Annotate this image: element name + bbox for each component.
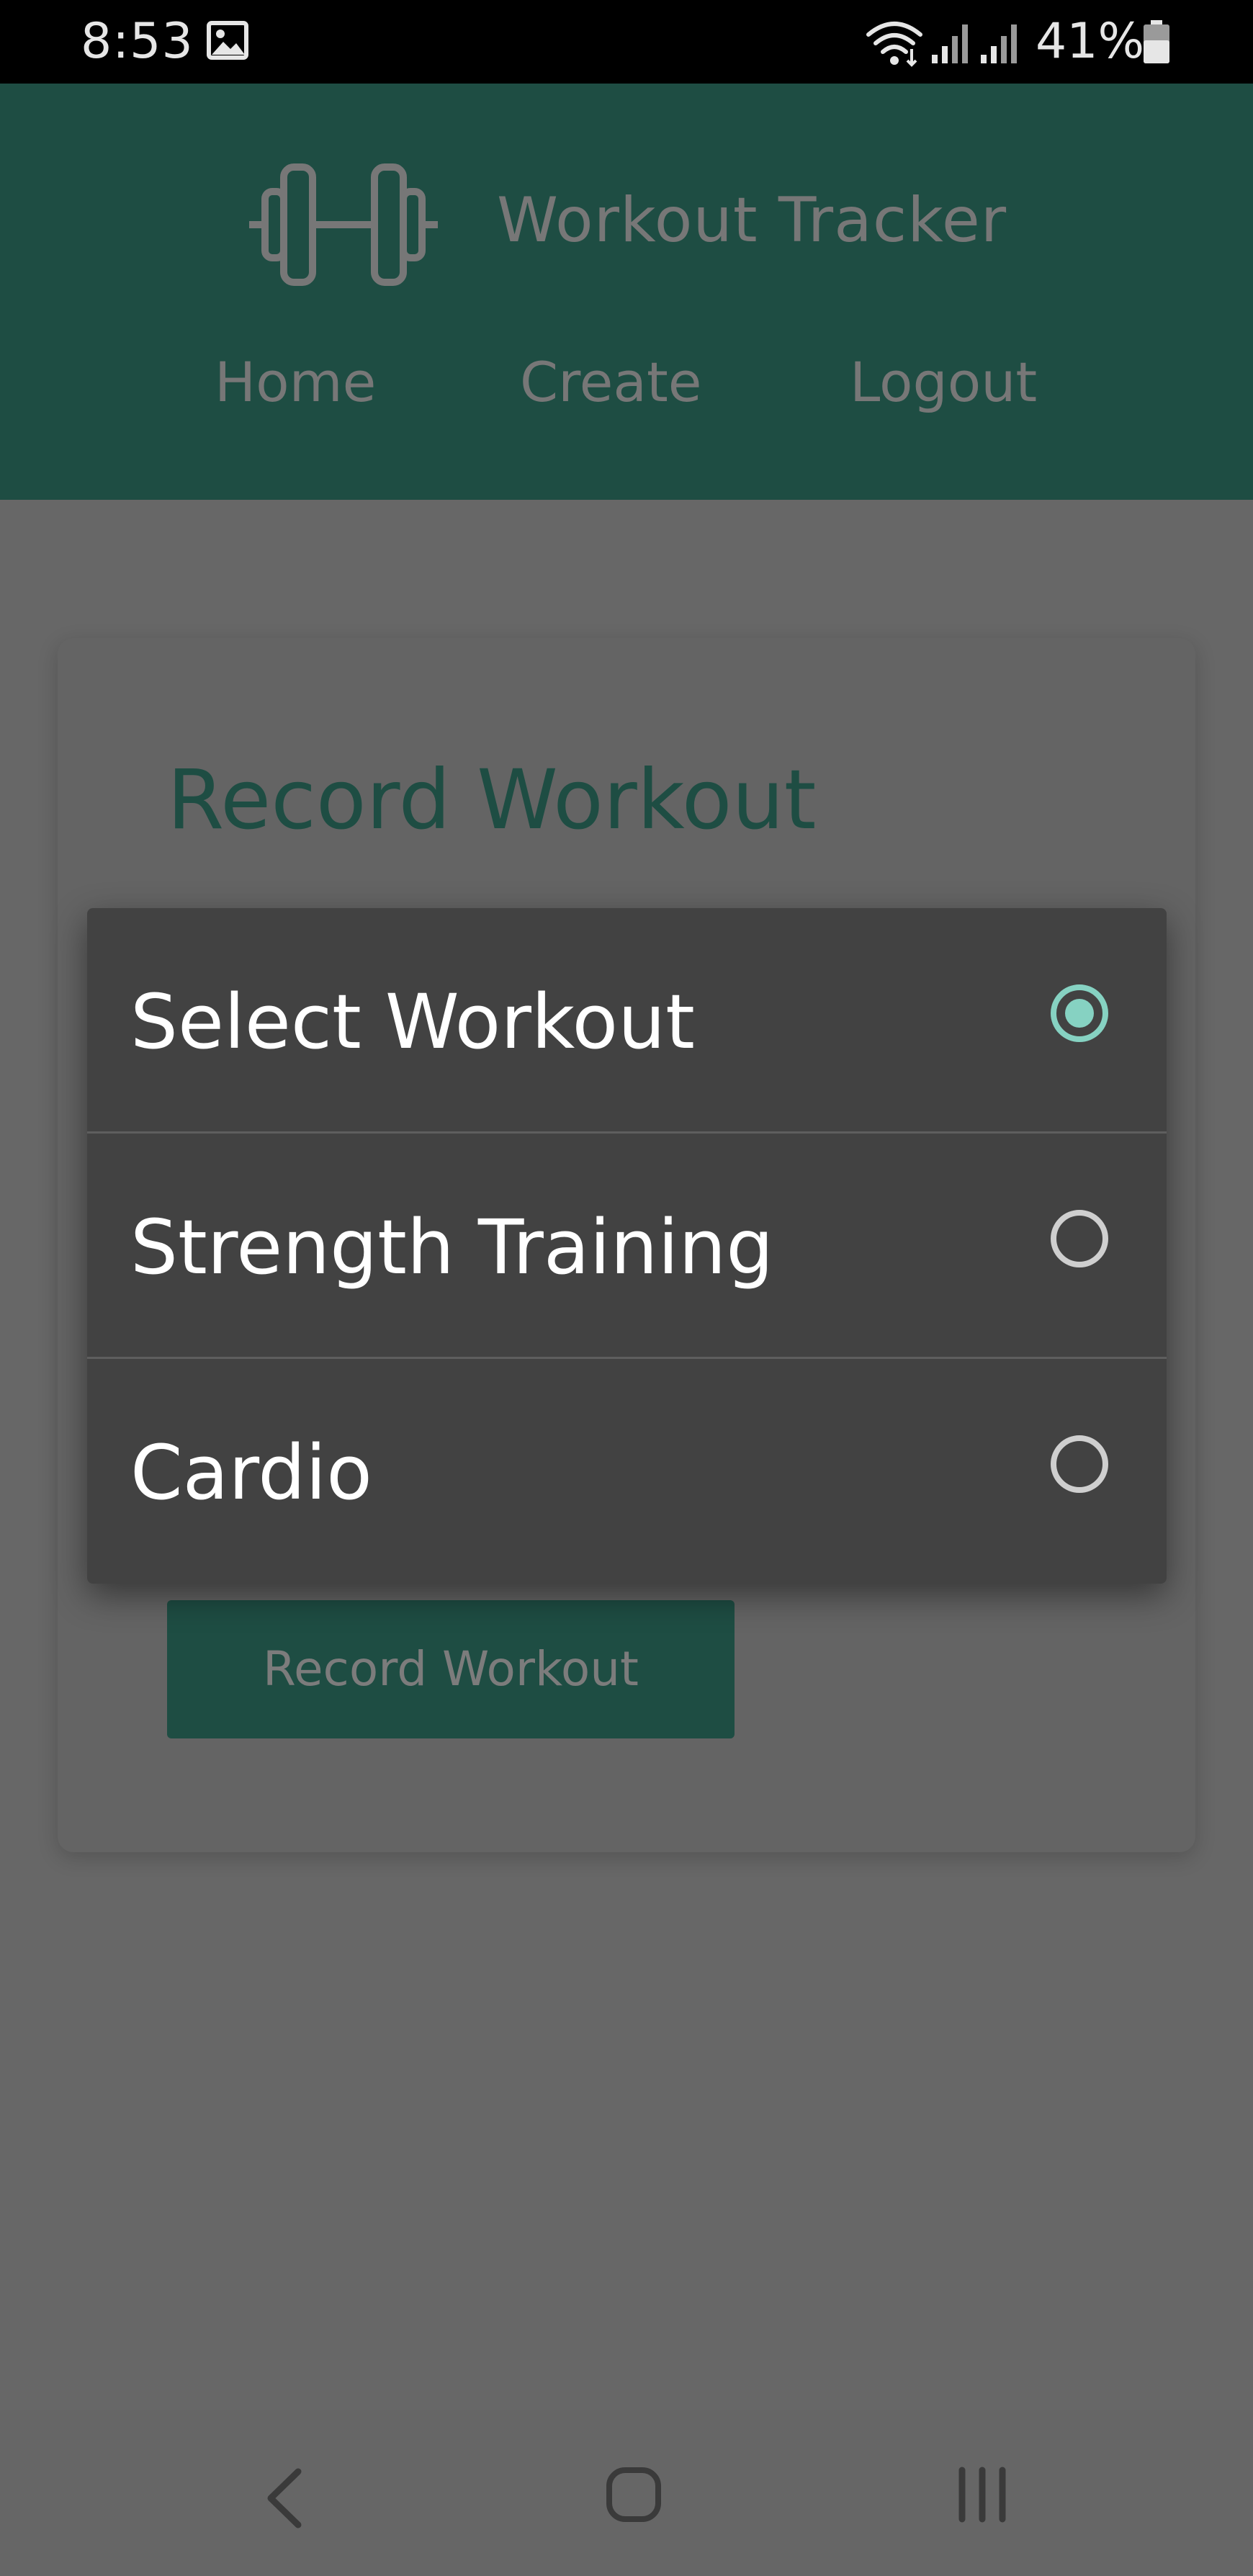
- battery-percent: 41%: [1036, 13, 1145, 70]
- image-icon: [207, 21, 248, 60]
- status-bar: 8:53 41%: [0, 0, 1253, 84]
- back-icon[interactable]: [262, 2467, 305, 2529]
- radio-dot: [1065, 999, 1094, 1028]
- home-icon[interactable]: [603, 2464, 664, 2525]
- system-nav-bar: [0, 2410, 1253, 2576]
- radio-selected-icon[interactable]: [1051, 984, 1108, 1042]
- option-label: Select Workout: [130, 978, 695, 1066]
- radio-unselected-icon[interactable]: [1051, 1210, 1108, 1267]
- nav-create-link[interactable]: Create: [520, 350, 702, 415]
- option-label: Strength Training: [130, 1203, 774, 1291]
- record-workout-button[interactable]: Record Workout: [167, 1600, 735, 1738]
- wifi-icon: [866, 22, 922, 67]
- recents-icon[interactable]: [952, 2464, 1012, 2525]
- app-title: Workout Tracker: [497, 184, 1007, 256]
- option-strength-training[interactable]: Strength Training: [87, 1134, 1167, 1359]
- workout-select-dialog: Select Workout Strength Training Cardio: [87, 908, 1167, 1584]
- app-header: Workout Tracker Home Create Logout: [0, 84, 1253, 500]
- dumbbell-icon: [249, 163, 438, 286]
- battery-icon: [1144, 20, 1169, 63]
- option-label: Cardio: [130, 1429, 372, 1517]
- option-select-workout[interactable]: Select Workout: [87, 908, 1167, 1134]
- option-cardio[interactable]: Cardio: [87, 1359, 1167, 1584]
- card-title: Record Workout: [167, 752, 817, 848]
- signal-icon: [981, 24, 1017, 63]
- nav-home-link[interactable]: Home: [215, 350, 376, 415]
- radio-unselected-icon[interactable]: [1051, 1435, 1108, 1493]
- nav-logout-link[interactable]: Logout: [850, 350, 1037, 415]
- signal-icon: [932, 24, 968, 63]
- status-time: 8:53: [81, 13, 194, 70]
